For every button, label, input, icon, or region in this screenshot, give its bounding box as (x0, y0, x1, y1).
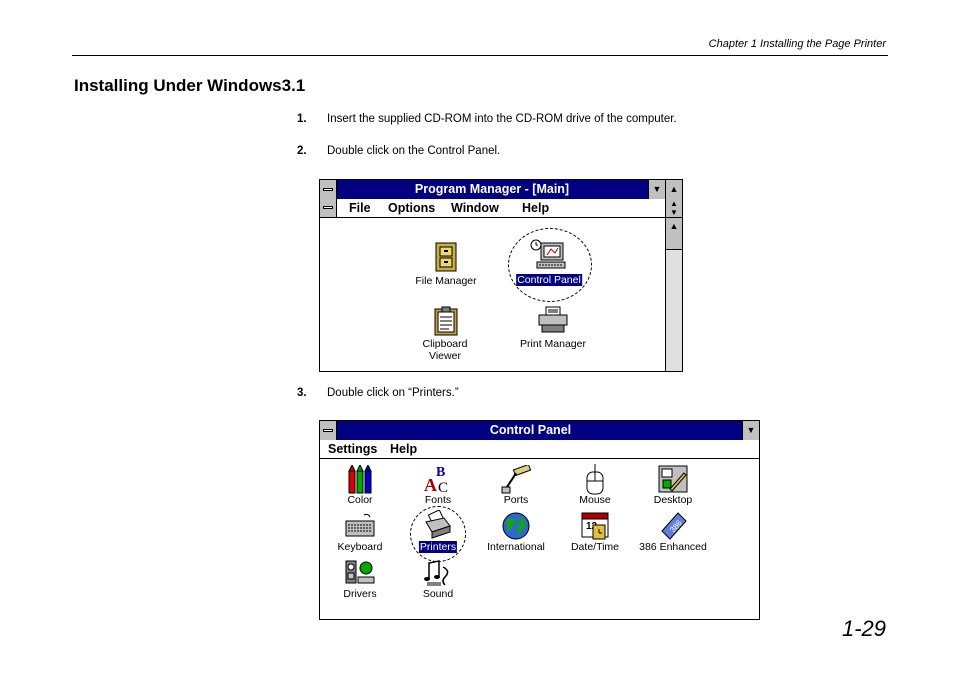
menu-file[interactable]: File (349, 201, 371, 215)
icon-label-desktop: Desktop (653, 494, 693, 506)
icon-label-control-panel: Control Panel (516, 274, 582, 286)
keyboard-icon[interactable] (344, 513, 376, 539)
step-text: Double click on “Printers.” (327, 387, 459, 399)
system-menu-icon[interactable] (320, 180, 337, 199)
plug-icon[interactable] (500, 465, 532, 495)
fonts-icon[interactable]: B A C (422, 463, 454, 495)
icon-label-line-2: Viewer (429, 350, 461, 362)
document-system-menu-icon[interactable] (320, 199, 337, 217)
icon-label-fonts: Fonts (424, 494, 452, 506)
drivers-icon[interactable] (344, 559, 376, 587)
step-number: 2. (297, 145, 307, 157)
icon-label-mouse: Mouse (579, 494, 611, 506)
icon-label-color: Color (347, 494, 373, 506)
icon-label-file-manager: File Manager (415, 275, 477, 287)
running-header: Chapter 1 Installing the Page Printer (708, 38, 886, 50)
mouse-icon[interactable] (583, 464, 607, 496)
chip-icon[interactable]: 386 (658, 511, 688, 541)
icon-label-drivers: Drivers (343, 588, 377, 600)
menu-bar: Settings Help (320, 440, 759, 459)
menu-help[interactable]: Help (522, 201, 549, 215)
icon-label-line-1: Clipboard (422, 338, 468, 350)
printer-icon[interactable] (536, 306, 570, 334)
icon-label-keyboard: Keyboard (337, 541, 383, 553)
system-menu-icon[interactable] (320, 421, 337, 440)
icon-label-ports: Ports (503, 494, 529, 506)
title-bar[interactable]: Program Manager - [Main] ▼ ▲ (320, 180, 682, 200)
vertical-scrollbar[interactable]: ▲ (665, 218, 682, 371)
computer-icon[interactable] (529, 238, 569, 272)
selected-label: Control Panel (516, 274, 582, 286)
globe-icon[interactable] (501, 511, 531, 541)
music-note-icon[interactable] (423, 559, 453, 587)
title-bar[interactable]: Control Panel ▼ (320, 421, 759, 441)
window-title: Control Panel (489, 423, 572, 437)
clock-calendar-icon[interactable]: 12 (580, 511, 610, 541)
svg-text:C: C (438, 480, 448, 495)
page-number: 1-29 (841, 616, 886, 641)
minimize-button[interactable]: ▼ (742, 421, 759, 440)
desktop-icon[interactable] (658, 465, 688, 495)
icon-label-date-time: Date/Time (570, 541, 620, 553)
icon-label-international: International (487, 541, 545, 553)
minimize-button[interactable]: ▼ (648, 180, 665, 199)
clipboard-icon[interactable] (433, 306, 459, 336)
step-text: Double click on the Control Panel. (327, 145, 501, 157)
crayons-icon[interactable] (346, 465, 374, 495)
selected-label: Printers (418, 541, 458, 553)
file-cabinet-icon[interactable] (433, 242, 459, 272)
icon-label-clipboard-viewer: Clipboard Viewer (423, 338, 468, 362)
icon-label-printers: Printers (418, 541, 458, 553)
menu-window[interactable]: Window (451, 201, 499, 215)
step-number: 1. (297, 113, 307, 125)
step-number: 3. (297, 387, 307, 399)
svg-text:A: A (424, 475, 437, 495)
menu-bar: File Options Window Help ▲ ▼ (320, 199, 682, 218)
menu-settings[interactable]: Settings (328, 442, 377, 456)
icon-label-print-manager: Print Manager (520, 338, 586, 350)
icon-label-sound: Sound (422, 588, 454, 600)
printer-icon[interactable] (424, 510, 452, 540)
program-manager-window: Program Manager - [Main] ▼ ▲ File Option… (319, 179, 683, 372)
restore-button[interactable]: ▲ ▼ (665, 199, 682, 217)
scroll-thumb[interactable] (666, 235, 682, 250)
section-title: Installing Under Windows3.1 (74, 76, 306, 95)
menu-options[interactable]: Options (388, 201, 435, 215)
icon-label-386-enhanced: 386 Enhanced (639, 541, 707, 553)
window-title: Program Manager - [Main] (414, 182, 570, 196)
svg-text:B: B (436, 465, 445, 480)
step-text: Insert the supplied CD-ROM into the CD-R… (327, 113, 677, 125)
maximize-button[interactable]: ▲ (665, 180, 682, 199)
header-rule (72, 55, 888, 56)
menu-help[interactable]: Help (390, 442, 417, 456)
control-panel-window: Control Panel ▼ Settings Help Color B A … (319, 420, 760, 620)
scroll-up-arrow-icon[interactable]: ▲ (666, 218, 682, 236)
